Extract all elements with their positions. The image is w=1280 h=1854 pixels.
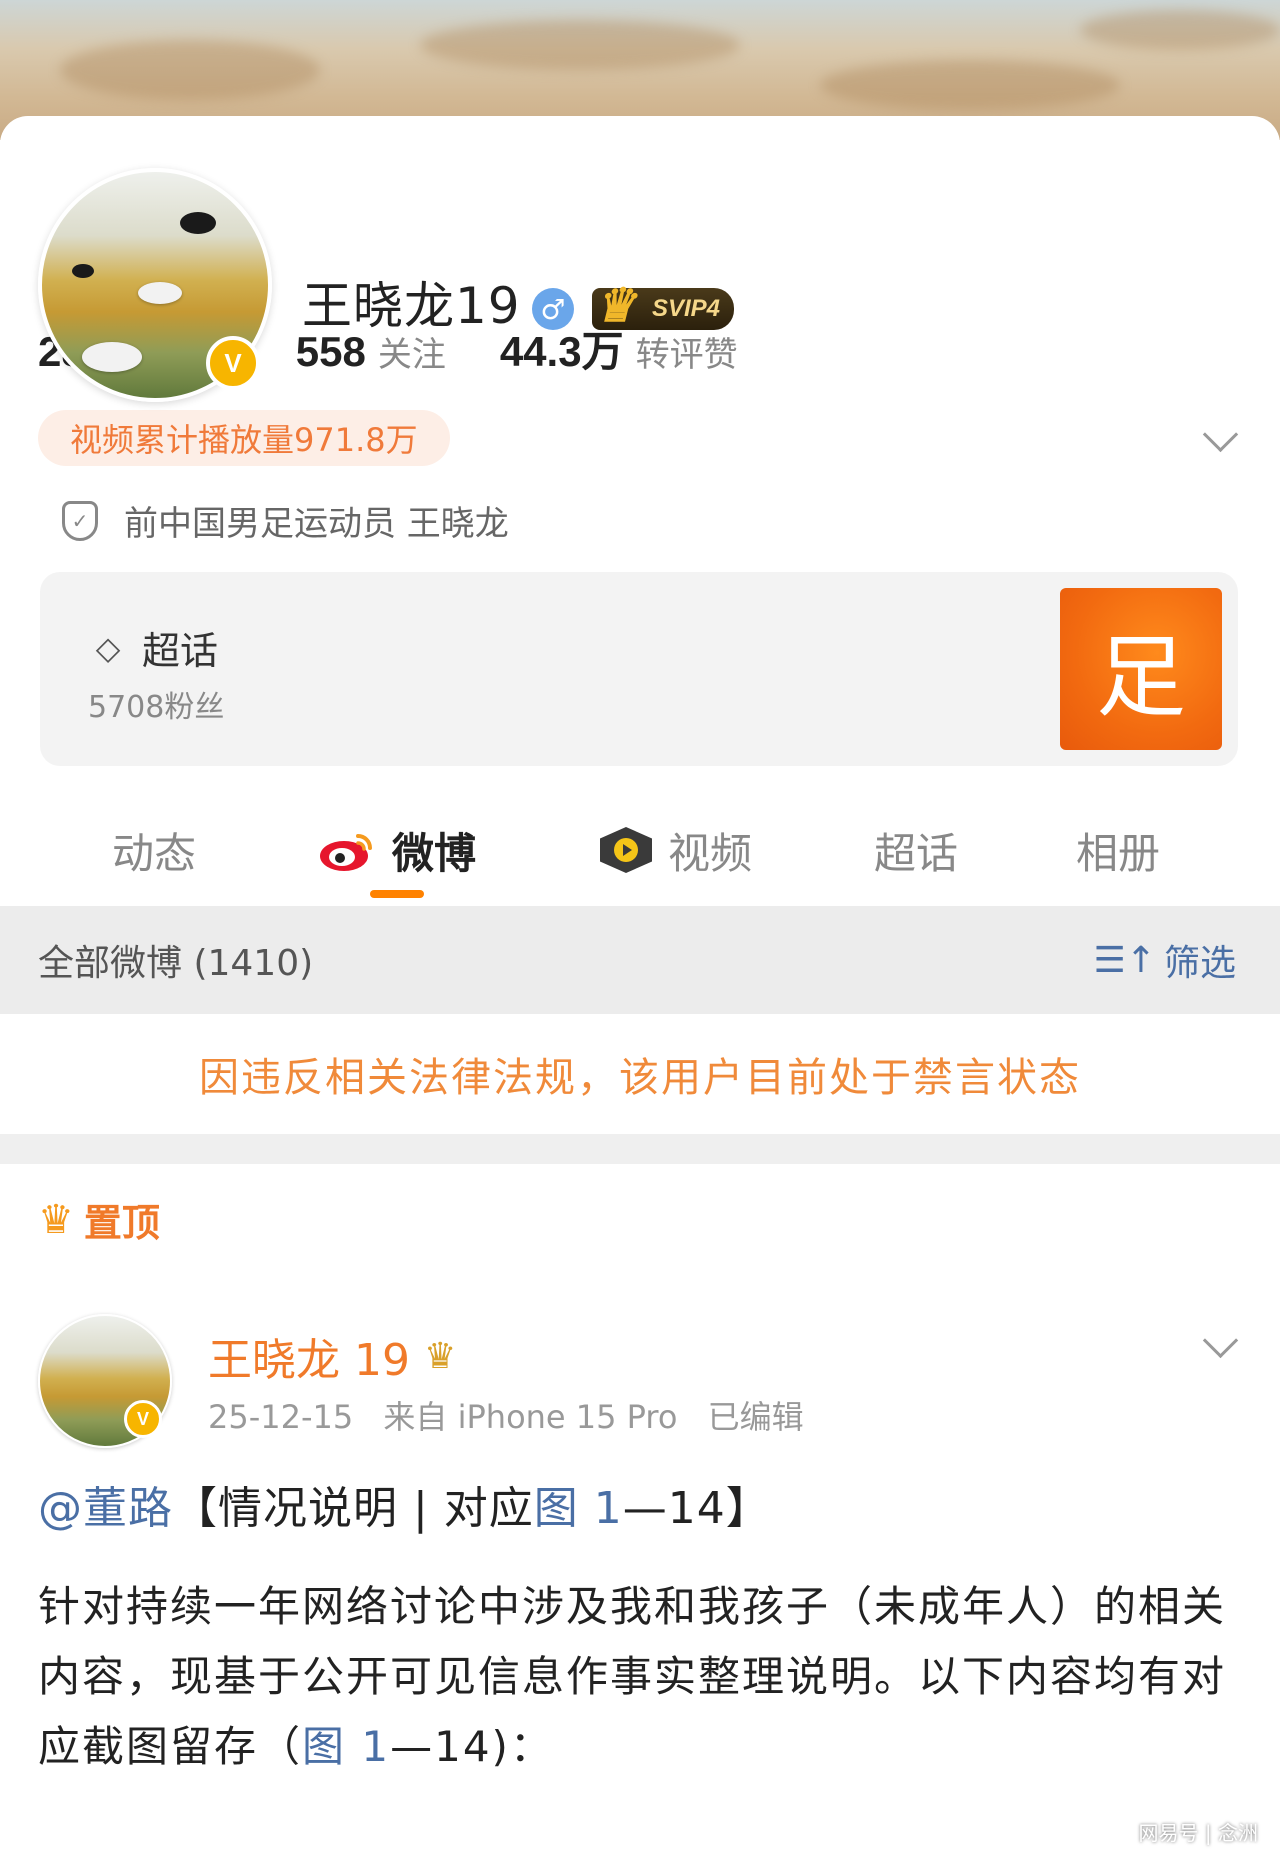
tab-supertopic[interactable]: 超话 [874, 810, 958, 890]
profile-card: V 王晓龙19 ♂ ♛ SVIP4 28.3万 粉丝 558 关注 44.3万 … [0, 116, 1280, 1854]
weibo-logo-icon [320, 834, 372, 871]
tab-weibo[interactable]: 微博 [318, 810, 476, 890]
tab-album-label: 相册 [1076, 828, 1161, 878]
supertopic-title: ◇ 超话 [86, 620, 218, 675]
video-plays-pill[interactable]: 视频累计播放量971.8万 [38, 410, 450, 466]
engagement-stat[interactable]: 44.3万 转评赞 [500, 318, 738, 379]
source-watermark: 网易号 | 念洲 [1138, 1821, 1258, 1845]
ban-notice: 因违反相关法律法规，该用户目前处于禁言状态 [0, 1014, 1280, 1134]
post-body-text: 针对持续一年网络讨论中涉及我和我孩子（未成年人）的相关内容，现基于公开可见信息作… [38, 1582, 1227, 1771]
profile-tabs: 动态 微博 视频 超话 相册 [0, 810, 1280, 890]
filter-label: 筛选 [1163, 943, 1236, 984]
engagement-count: 44.3万 [499, 328, 624, 375]
verified-badge-icon: V [206, 336, 260, 390]
post-meta: 25-12-15 来自 iPhone 15 Pro 已编辑 [208, 1392, 824, 1438]
following-stat[interactable]: 558 关注 [296, 327, 446, 376]
tab-video[interactable]: 视频 [600, 810, 752, 890]
supertopic-fans: 5708粉丝 [88, 690, 225, 725]
tab-weibo-label: 微博 [392, 828, 477, 878]
verification-description: ✓ 前中国男足运动员 王晓龙 [62, 496, 509, 545]
headline-tail: —14】 [622, 1483, 771, 1534]
mention-link[interactable]: @董路 [38, 1483, 173, 1534]
post-menu-chevron-icon[interactable] [1202, 1322, 1239, 1359]
engagement-label: 转评赞 [635, 335, 738, 375]
filter-button[interactable]: ☰↑ 筛选 [1094, 934, 1236, 986]
post-author-name[interactable]: 王晓龙 19 ♛ [208, 1324, 456, 1388]
post-author-avatar[interactable]: V [38, 1314, 172, 1448]
tab-video-label: 视频 [668, 828, 753, 878]
crown-icon: ♛ [423, 1335, 457, 1377]
section-divider [0, 1134, 1280, 1164]
feed-filter-bar: 全部微博 (1410) ☰↑ 筛选 [0, 906, 1280, 1014]
post-body-tail: —14)： [390, 1722, 554, 1771]
supertopic-label: 超话 [142, 629, 219, 673]
expand-chevron-icon[interactable] [1202, 416, 1239, 453]
supertopic-card[interactable]: ◇ 超话 5708粉丝 足 [40, 572, 1238, 766]
football-topic-tile[interactable]: 足 [1060, 588, 1222, 750]
all-posts-count[interactable]: 全部微博 (1410) [38, 934, 313, 986]
post-source: 来自 iPhone 15 Pro [383, 1398, 678, 1436]
headline-text: 【情况说明 | 对应 [173, 1483, 534, 1534]
profile-avatar[interactable]: V [38, 168, 272, 402]
following-label: 关注 [377, 335, 446, 375]
pinned-header: ♛ 置顶 [38, 1192, 160, 1247]
video-play-icon [600, 827, 652, 873]
post-author-label: 王晓龙 19 [208, 1335, 410, 1386]
figure-link[interactable]: 图 1 [302, 1722, 390, 1771]
tab-activity-label: 动态 [112, 828, 197, 878]
post-date: 25-12-15 [208, 1398, 354, 1436]
tab-album[interactable]: 相册 [1076, 810, 1160, 890]
tab-activity[interactable]: 动态 [112, 810, 196, 890]
diamond-icon: ◇ [95, 628, 121, 667]
verification-text: 前中国男足运动员 王晓龙 [124, 504, 509, 544]
verified-badge-icon: V [124, 1400, 162, 1438]
tab-supertopic-label: 超话 [874, 828, 959, 878]
post-edited: 已编辑 [707, 1398, 804, 1436]
active-tab-indicator [370, 890, 424, 898]
pinned-label: 置顶 [83, 1201, 160, 1245]
post-headline: @董路【情况说明 | 对应图 1—14】 [38, 1472, 771, 1536]
crown-icon: ♛ [38, 1196, 74, 1243]
following-count: 558 [295, 328, 366, 375]
figure-link[interactable]: 图 1 [534, 1483, 623, 1534]
post-body: 针对持续一年网络讨论中涉及我和我孩子（未成年人）的相关内容，现基于公开可见信息作… [38, 1572, 1248, 1782]
filter-sort-icon: ☰↑ [1093, 939, 1156, 981]
shield-icon: ✓ [62, 500, 98, 541]
